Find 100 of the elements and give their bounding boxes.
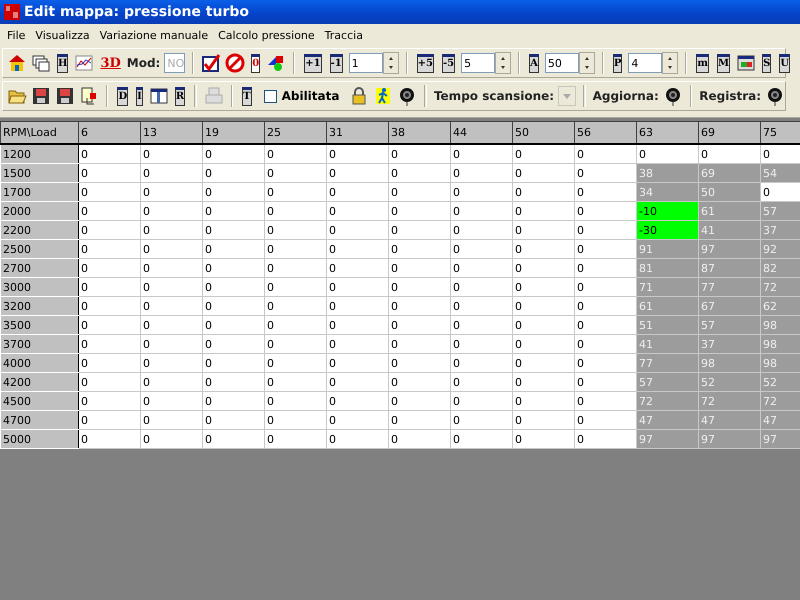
- table-cell[interactable]: 0: [388, 164, 450, 182]
- table-cell[interactable]: 0: [512, 392, 574, 410]
- number-field[interactable]: 4: [628, 53, 662, 73]
- spin-buttons[interactable]: [578, 52, 595, 74]
- toolbar-button[interactable]: +1: [304, 54, 322, 72]
- toolbar-button[interactable]: m: [696, 54, 710, 72]
- table-cell[interactable]: 0: [574, 372, 636, 392]
- toolbar-button[interactable]: D: [117, 86, 128, 106]
- table-cell[interactable]: 0: [512, 258, 574, 278]
- toolbar-button[interactable]: -1: [330, 54, 343, 72]
- document-export-icon[interactable]: [79, 86, 99, 106]
- table-cell[interactable]: 0: [140, 430, 202, 448]
- table-cell[interactable]: 0: [388, 202, 450, 220]
- table-cell[interactable]: 0: [512, 354, 574, 372]
- table-cell[interactable]: 0: [388, 372, 450, 392]
- table-cell[interactable]: -30: [636, 220, 698, 240]
- table-cell[interactable]: 0: [388, 410, 450, 430]
- table-cell[interactable]: 0: [202, 220, 264, 240]
- table-cell[interactable]: 0: [140, 164, 202, 182]
- table-cell[interactable]: 0: [326, 316, 388, 334]
- table-cell[interactable]: 0: [326, 164, 388, 182]
- table-cell[interactable]: 0: [140, 316, 202, 334]
- table-cell[interactable]: 0: [140, 296, 202, 316]
- table-cell[interactable]: 0: [326, 392, 388, 410]
- window-icon[interactable]: [148, 86, 169, 106]
- table-cell[interactable]: 0: [512, 164, 574, 182]
- table-cell[interactable]: 0: [202, 278, 264, 296]
- table-cell[interactable]: 0: [202, 392, 264, 410]
- toolbar-button[interactable]: U: [779, 54, 790, 72]
- table-cell[interactable]: 0: [202, 296, 264, 316]
- table-cell[interactable]: 0: [202, 164, 264, 182]
- table-cell[interactable]: 0: [78, 372, 140, 392]
- table-cell[interactable]: 0: [450, 354, 512, 372]
- table-cell[interactable]: 0: [78, 240, 140, 258]
- table-cell[interactable]: 0: [78, 220, 140, 240]
- toolbar-button[interactable]: T: [242, 86, 252, 106]
- table-cell[interactable]: 0: [388, 392, 450, 410]
- table-cell[interactable]: 0: [388, 144, 450, 164]
- table-cell[interactable]: 0: [140, 410, 202, 430]
- table-cell[interactable]: 0: [574, 430, 636, 448]
- table-cell[interactable]: 0: [574, 354, 636, 372]
- number-field[interactable]: 1: [348, 53, 383, 73]
- spin-buttons[interactable]: [382, 52, 399, 74]
- table-cell[interactable]: 0: [140, 144, 202, 164]
- table-cell[interactable]: 0: [450, 202, 512, 220]
- table-cell[interactable]: 0: [140, 372, 202, 392]
- toolbar-button[interactable]: 3D: [98, 56, 123, 70]
- table-cell[interactable]: 0: [388, 354, 450, 372]
- table-cell[interactable]: 0: [388, 296, 450, 316]
- spin-buttons[interactable]: [662, 52, 678, 74]
- table-cell[interactable]: 0: [140, 220, 202, 240]
- table-cell[interactable]: 0: [264, 278, 326, 296]
- table-cell[interactable]: 0: [512, 410, 574, 430]
- table-cell[interactable]: 0: [202, 430, 264, 448]
- table-cell[interactable]: 0: [326, 202, 388, 220]
- table-cell[interactable]: 0: [202, 372, 264, 392]
- table-cell[interactable]: 0: [574, 296, 636, 316]
- table-cell[interactable]: 0: [78, 334, 140, 354]
- spin-buttons[interactable]: [495, 52, 512, 74]
- table-cell[interactable]: 0: [450, 258, 512, 278]
- table-cell[interactable]: 0: [202, 316, 264, 334]
- menu-item[interactable]: Visualizza: [30, 28, 95, 42]
- chart-window-icon[interactable]: [736, 53, 756, 73]
- table-cell[interactable]: 0: [264, 220, 326, 240]
- table-cell[interactable]: 0: [326, 410, 388, 430]
- table-cell[interactable]: 0: [202, 144, 264, 164]
- table-cell[interactable]: 0: [574, 392, 636, 410]
- menu-item[interactable]: File: [2, 28, 30, 42]
- table-cell[interactable]: 0: [264, 164, 326, 182]
- table-cell[interactable]: 0: [450, 144, 512, 164]
- table-cell[interactable]: 0: [574, 334, 636, 354]
- table-cell[interactable]: 0: [574, 240, 636, 258]
- menu-item[interactable]: Variazione manuale: [94, 28, 214, 42]
- table-cell[interactable]: 0: [450, 164, 512, 182]
- table-cell[interactable]: 0: [388, 430, 450, 448]
- table-cell[interactable]: 0: [450, 392, 512, 410]
- table-cell[interactable]: 0: [326, 240, 388, 258]
- table-cell[interactable]: 0: [264, 410, 326, 430]
- table-cell[interactable]: 0: [512, 296, 574, 316]
- toolbar-button[interactable]: A: [529, 54, 539, 72]
- table-cell[interactable]: 0: [264, 392, 326, 410]
- number-field[interactable]: 50: [544, 53, 579, 73]
- table-cell[interactable]: 0: [388, 240, 450, 258]
- table-cell[interactable]: 0: [78, 144, 140, 164]
- checkbox[interactable]: [264, 90, 277, 102]
- table-cell[interactable]: 0: [450, 240, 512, 258]
- table-cell[interactable]: 0: [450, 372, 512, 392]
- table-cell[interactable]: 0: [140, 392, 202, 410]
- table-cell[interactable]: 0: [574, 278, 636, 296]
- table-cell[interactable]: 0: [388, 278, 450, 296]
- table-cell[interactable]: 0: [574, 410, 636, 430]
- table-cell[interactable]: 0: [140, 354, 202, 372]
- table-cell[interactable]: 0: [388, 182, 450, 202]
- table-cell[interactable]: 0: [264, 202, 326, 220]
- table-cell[interactable]: 0: [78, 182, 140, 202]
- table-cell[interactable]: 0: [78, 430, 140, 448]
- table-cell[interactable]: 0: [326, 430, 388, 448]
- table-cell[interactable]: 0: [326, 278, 388, 296]
- table-cell[interactable]: 0: [512, 278, 574, 296]
- table-cell[interactable]: 0: [326, 296, 388, 316]
